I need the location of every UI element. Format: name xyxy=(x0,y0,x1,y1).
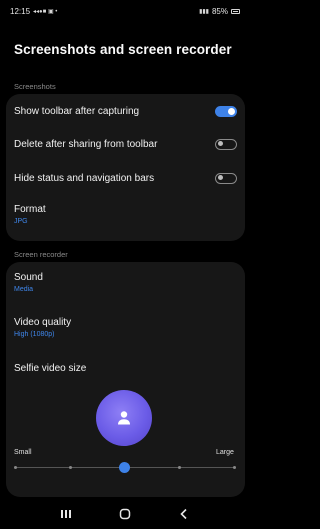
delete-after-sharing-label: Delete after sharing from toolbar xyxy=(14,138,158,150)
slider-step-dot xyxy=(178,466,181,469)
selfie-preview xyxy=(96,390,152,446)
selfie-size-slider-thumb[interactable] xyxy=(119,462,130,473)
home-icon xyxy=(119,508,131,519)
person-icon xyxy=(118,411,130,425)
page-title: Screenshots and screen recorder xyxy=(14,42,232,57)
slider-max-label: Large xyxy=(216,449,234,456)
selfie-video-size-label: Selfie video size xyxy=(14,363,87,374)
status-bar: 12:15 ◂◂●■ ▣ • ▮▮▮ 85% xyxy=(0,0,250,22)
slider-min-label: Small xyxy=(14,449,32,456)
hide-bars-row[interactable]: Hide status and navigation bars xyxy=(14,169,237,187)
navigation-bar xyxy=(0,498,250,529)
delete-after-sharing-toggle[interactable] xyxy=(215,138,237,150)
toggle-knob xyxy=(217,141,223,146)
status-right: ▮▮▮ 85% xyxy=(199,7,240,16)
hide-bars-label: Hide status and navigation bars xyxy=(14,172,155,184)
show-toolbar-label: Show toolbar after capturing xyxy=(14,105,140,117)
notification-icons: ◂◂●■ ▣ • xyxy=(33,8,58,15)
home-button[interactable] xyxy=(112,503,138,525)
show-toolbar-toggle[interactable] xyxy=(215,105,237,117)
recents-button[interactable] xyxy=(53,503,79,525)
signal-icon: ▮▮▮ xyxy=(199,8,209,15)
selfie-video-size-item: Selfie video size xyxy=(14,363,237,374)
section-label-screen-recorder: Screen recorder xyxy=(14,250,68,259)
delete-after-sharing-row[interactable]: Delete after sharing from toolbar xyxy=(14,135,237,153)
toggle-knob xyxy=(217,175,223,180)
format-value: JPG xyxy=(14,218,28,225)
slider-step-dot xyxy=(69,466,72,469)
status-time: 12:15 xyxy=(10,6,31,16)
slider-step-dot xyxy=(233,466,236,469)
sound-label: Sound xyxy=(14,272,43,283)
screenshots-card: Show toolbar after capturing Delete afte… xyxy=(6,94,245,241)
sound-value: Media xyxy=(14,286,34,293)
hide-bars-toggle[interactable] xyxy=(215,172,237,184)
video-quality-label: Video quality xyxy=(14,317,72,328)
video-quality-value: High (1080p) xyxy=(14,331,55,338)
battery-icon xyxy=(231,8,240,14)
back-icon xyxy=(180,508,187,519)
sound-item[interactable]: Sound Media xyxy=(14,272,237,293)
status-left: 12:15 ◂◂●■ ▣ • xyxy=(10,7,57,16)
section-label-screenshots: Screenshots xyxy=(14,82,56,91)
format-item[interactable]: Format JPG xyxy=(14,204,237,225)
recents-icon xyxy=(60,509,71,518)
toggle-knob xyxy=(228,107,235,115)
format-label: Format xyxy=(14,204,46,215)
slider-step-dot xyxy=(14,466,17,469)
back-button[interactable] xyxy=(171,503,197,525)
show-toolbar-row[interactable]: Show toolbar after capturing xyxy=(14,102,237,120)
battery-percent: 85% xyxy=(211,6,228,16)
video-quality-item[interactable]: Video quality High (1080p) xyxy=(14,317,237,338)
